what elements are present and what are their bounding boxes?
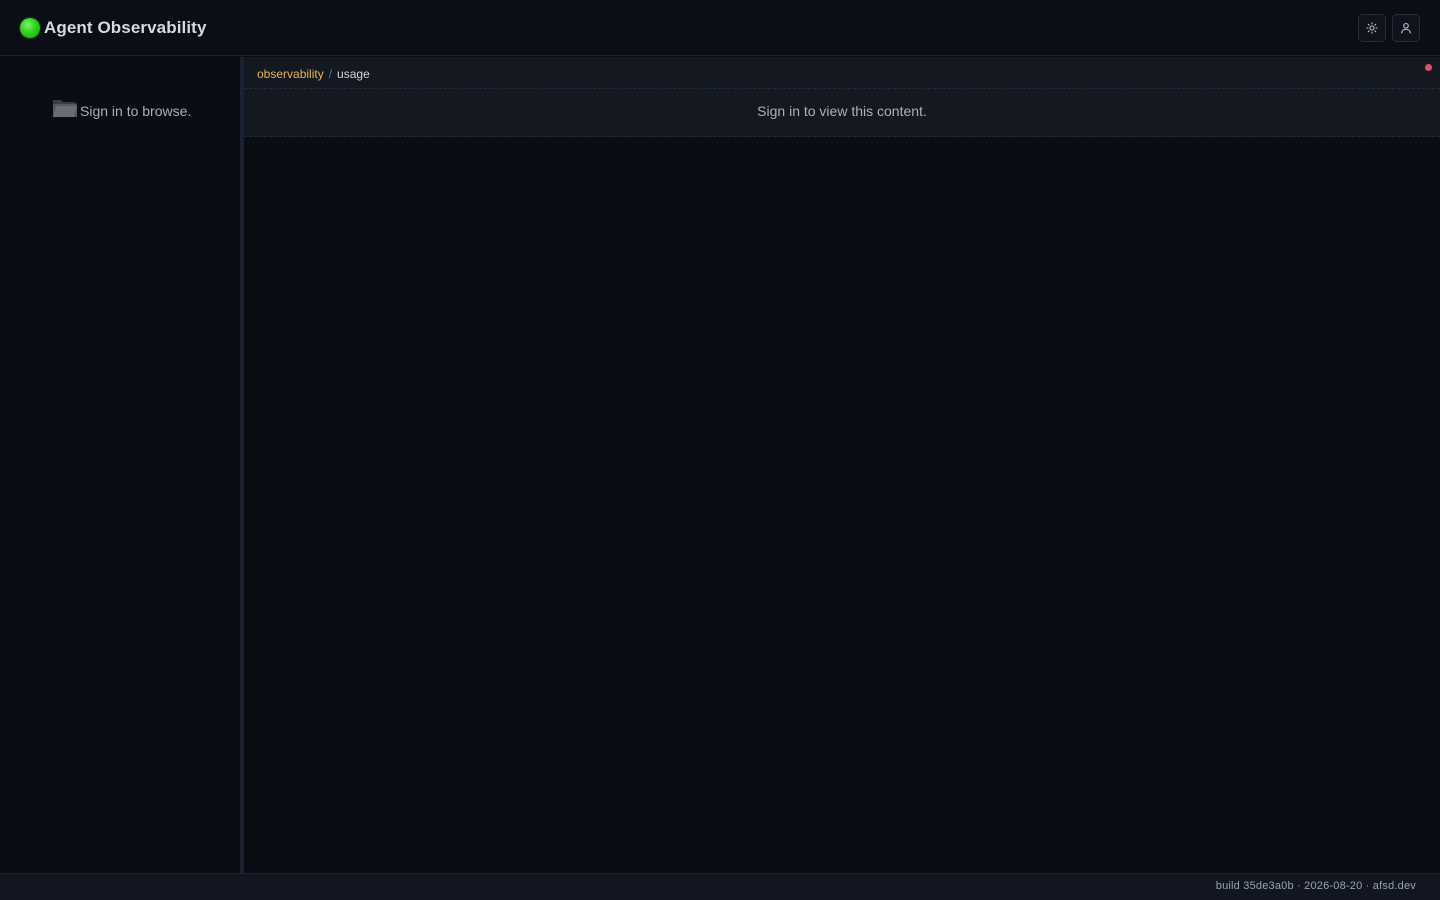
user-icon (1401, 22, 1411, 34)
app-title: Agent Observability (44, 17, 207, 37)
brand[interactable]: Agent Observability (20, 17, 207, 38)
brand-logo-icon (20, 17, 40, 38)
app-root: Agent Observability Sign in to browse. o… (0, 0, 1440, 900)
breadcrumb-observability-link[interactable]: observability (257, 67, 324, 81)
build-info: build 35de3a0b · 2026-08-20 · afsd.dev (1215, 880, 1416, 892)
footer: build 35de3a0b · 2026-08-20 · afsd.dev (0, 873, 1440, 900)
breadcrumb: observability / usage (257, 66, 370, 82)
folder-icon (53, 100, 77, 117)
sign-in-message: Sign in to view this content. (757, 103, 927, 119)
sidebar: Sign in to browse. (0, 57, 240, 873)
account-button[interactable] (1392, 13, 1420, 42)
top-bar: Agent Observability (0, 0, 1440, 56)
status-indicator (1425, 64, 1432, 71)
theme-toggle-button[interactable] (1358, 13, 1386, 42)
content-panel: observability / usage Sign in to view th… (244, 57, 1440, 137)
header-actions (1358, 13, 1420, 42)
breadcrumb-separator: / (328, 67, 333, 81)
panel-divider (244, 88, 1440, 89)
sidebar-empty-state: Sign in to browse. (52, 97, 191, 119)
sidebar-empty-text: Sign in to browse. (80, 103, 192, 119)
breadcrumb-current: usage (337, 67, 370, 81)
main-content: observability / usage Sign in to view th… (244, 57, 1440, 873)
sun-icon (1366, 21, 1378, 34)
